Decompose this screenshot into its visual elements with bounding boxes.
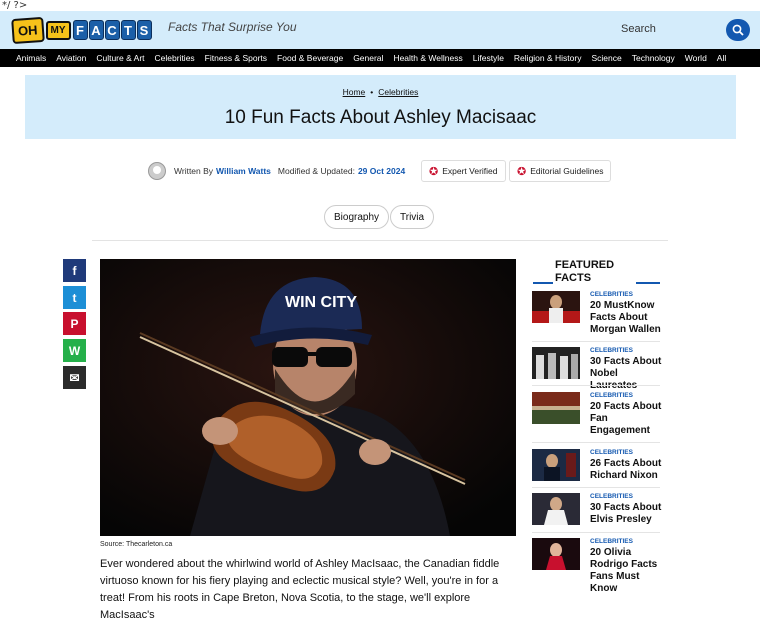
featured-separator: [532, 385, 660, 386]
image-source: Source: Thecarleton.ca: [100, 541, 173, 548]
category-nav: Animals Aviation Culture & Art Celebriti…: [0, 49, 760, 67]
featured-thumbnail: [532, 449, 580, 481]
featured-heading-line1: FEATURED: [555, 259, 615, 271]
nav-item-celebrities[interactable]: Celebrities: [155, 53, 195, 63]
nav-item-religion-history[interactable]: Religion & History: [514, 53, 582, 63]
featured-title[interactable]: 20 Olivia Rodrigo Facts Fans Must Know: [590, 547, 664, 595]
modified-date: 29 Oct 2024: [357, 166, 406, 176]
article-header: Home • Celebrities 10 Fun Facts About Ashl…: [25, 75, 736, 139]
nav-item-animals[interactable]: Animals: [16, 53, 46, 63]
featured-title[interactable]: 30 Facts About Nobel Laureates: [590, 356, 664, 392]
featured-thumbnail: [532, 347, 580, 379]
nav-item-technology[interactable]: Technology: [632, 53, 675, 63]
featured-title[interactable]: 30 Facts About Elvis Presley: [590, 502, 664, 526]
editorial-guidelines-label: Editorial Guidelines: [530, 166, 604, 176]
featured-title[interactable]: 20 Facts About Fan Engagement: [590, 401, 664, 437]
guidelines-icon: ✪: [517, 165, 527, 178]
nav-item-aviation[interactable]: Aviation: [56, 53, 86, 63]
article-image: WIN CITY: [100, 259, 516, 536]
pinterest-share-button[interactable]: P: [63, 312, 86, 335]
twitter-icon: t: [72, 290, 77, 305]
breadcrumb: Home • Celebrities: [25, 87, 736, 97]
featured-thumbnail: [532, 493, 580, 525]
logo-facts: F A C T S: [72, 20, 153, 40]
tag-trivia[interactable]: Trivia: [390, 205, 435, 229]
logo-letter: A: [88, 20, 104, 40]
written-by-label: Written By: [174, 166, 214, 176]
featured-separator: [532, 442, 660, 443]
featured-thumbnail: [532, 538, 580, 570]
search-button[interactable]: [726, 19, 750, 41]
nav-item-food-beverage[interactable]: Food & Beverage: [277, 53, 343, 63]
featured-category: CELEBRITIES: [590, 291, 633, 298]
stray-text: */ ?>: [2, 0, 28, 11]
featured-category: CELEBRITIES: [590, 392, 633, 399]
pinterest-icon: P: [70, 316, 79, 331]
tag-biography[interactable]: Biography: [324, 205, 390, 229]
featured-separator: [532, 341, 660, 342]
nav-item-fitness-sports[interactable]: Fitness & Sports: [205, 53, 267, 63]
article-body: Ever wondered about the whirlwind world …: [100, 558, 500, 621]
verified-icon: ✪: [429, 165, 439, 178]
cap-text: WIN CITY: [285, 294, 357, 311]
nav-item-health-wellness[interactable]: Health & Wellness: [393, 53, 462, 63]
page-title: 10 Fun Facts About Ashley Macisaac: [224, 107, 537, 128]
nav-item-lifestyle[interactable]: Lifestyle: [473, 53, 504, 63]
featured-title[interactable]: 26 Facts About Richard Nixon: [590, 458, 664, 482]
author-avatar: [148, 162, 166, 180]
featured-separator: [532, 487, 660, 488]
editorial-guidelines-badge[interactable]: ✪ Editorial Guidelines: [509, 160, 612, 182]
byline: Written By William Watts Modified & Upda…: [148, 160, 405, 182]
search-input[interactable]: Search: [621, 23, 656, 35]
nav-item-world[interactable]: World: [685, 53, 707, 63]
site-header: OH MY F A C T S Facts That Surprise You …: [0, 11, 760, 49]
email-icon: ✉: [69, 370, 80, 385]
breadcrumb-celebrities[interactable]: Celebrities: [378, 87, 418, 97]
whatsapp-icon: W: [68, 343, 81, 358]
logo-oh: OH: [11, 16, 45, 44]
nav-item-all[interactable]: All: [717, 53, 726, 63]
nav-item-science[interactable]: Science: [591, 53, 621, 63]
featured-thumbnail: [532, 392, 580, 424]
site-tagline: Facts That Surprise You: [168, 20, 297, 34]
featured-title[interactable]: 20 MustKnow Facts About Morgan Wallen: [590, 300, 664, 336]
email-share-button[interactable]: ✉: [63, 366, 86, 389]
featured-facts-heading: FEATURED FACTS: [555, 259, 614, 285]
heading-rule-right: [636, 282, 660, 284]
logo-letter: S: [136, 20, 152, 40]
breadcrumb-home[interactable]: Home: [343, 87, 366, 97]
nav-item-culture-art[interactable]: Culture & Art: [96, 53, 144, 63]
featured-separator: [532, 532, 660, 533]
facebook-share-button[interactable]: f: [63, 259, 86, 282]
expert-verified-badge[interactable]: ✪ Expert Verified: [421, 160, 506, 182]
fiddler-illustration: WIN CITY: [100, 259, 516, 536]
featured-category: CELEBRITIES: [590, 538, 633, 545]
twitter-share-button[interactable]: t: [63, 286, 86, 309]
featured-category: CELEBRITIES: [590, 493, 633, 500]
heading-rule-left: [533, 282, 553, 284]
whatsapp-share-button[interactable]: W: [63, 339, 86, 362]
modified-label: Modified & Updated:: [277, 166, 355, 176]
search-icon: [732, 24, 744, 36]
divider: [92, 240, 668, 241]
site-logo[interactable]: OH MY F A C T S: [11, 16, 153, 44]
nav-item-general[interactable]: General: [353, 53, 383, 63]
author-link[interactable]: William Watts: [216, 166, 271, 176]
logo-my: MY: [45, 20, 71, 40]
featured-category: CELEBRITIES: [590, 449, 633, 456]
logo-letter: F: [72, 20, 88, 40]
facebook-icon: f: [72, 263, 77, 278]
search-box[interactable]: Search: [616, 19, 750, 41]
featured-thumbnail: [532, 291, 580, 323]
breadcrumb-separator: •: [370, 87, 374, 97]
featured-category: CELEBRITIES: [590, 347, 633, 354]
logo-letter: C: [104, 20, 120, 40]
logo-letter: T: [120, 20, 136, 40]
expert-verified-label: Expert Verified: [442, 166, 498, 176]
featured-heading-line2: FACTS: [555, 272, 592, 284]
